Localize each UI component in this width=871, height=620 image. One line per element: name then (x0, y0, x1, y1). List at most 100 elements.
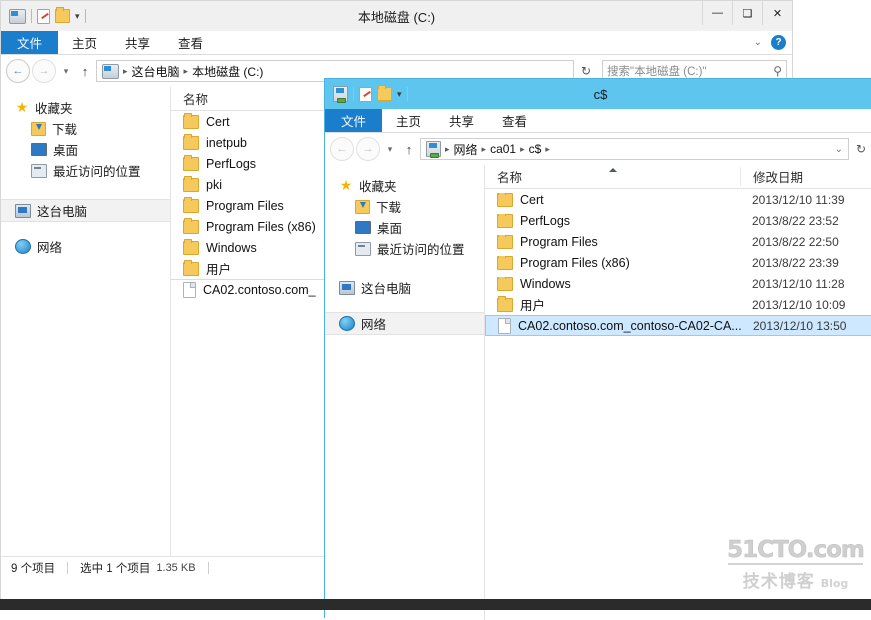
file-modified-date: 2013/12/10 11:28 (752, 276, 845, 291)
star-icon: ★ (339, 176, 353, 193)
file-modified-date: 2013/8/22 23:52 (752, 213, 839, 228)
file-name: CA02.contoso.com_contoso-CA02-CA... (518, 318, 741, 333)
table-row[interactable]: Program Files (x86) 2013/8/22 23:39 (485, 252, 871, 273)
up-button[interactable]: ↑ (76, 60, 94, 82)
folder-icon (183, 259, 199, 276)
breadcrumb-local-disk[interactable]: 本地磁盘 (C:) (192, 63, 263, 80)
search-input[interactable]: 搜索"本地磁盘 (C:)" (607, 63, 773, 79)
folder-icon (183, 238, 199, 255)
watermark-subtitle: 技术博客 Blog (724, 567, 867, 592)
folder-icon (497, 295, 513, 312)
folder-icon (497, 255, 513, 270)
table-row[interactable]: PerfLogs 2013/8/22 23:52 (485, 210, 871, 231)
downloads-icon (31, 121, 46, 136)
file-name: PerfLogs (520, 213, 571, 228)
maximize-button[interactable]: ❑ (732, 1, 762, 25)
breadcrumb-network[interactable]: 网络 (454, 141, 478, 158)
tab-share[interactable]: 共享 (435, 109, 488, 132)
sidebar-item-this-pc[interactable]: 这台电脑 (1, 199, 170, 222)
window2-column-headers[interactable]: 名称 修改日期 (485, 165, 871, 189)
chevron-down-icon[interactable]: ⌄ (754, 37, 762, 48)
window2-titlebar[interactable]: ▾ c$ (325, 79, 871, 109)
window2-title: c$ (593, 86, 608, 102)
search-icon[interactable]: ⚲ (773, 64, 782, 78)
status-selection: 选中 1 个项目 (80, 562, 151, 575)
taskbar[interactable] (0, 599, 871, 610)
folder-icon (183, 112, 199, 129)
breadcrumb-separator-2: ▸ (183, 65, 189, 76)
network-icon (339, 316, 355, 331)
sidebar-item-label: 网络 (361, 318, 387, 332)
window1-navigation-pane[interactable]: ★ 收藏夹 下载 桌面 最近访问的位置 这台电脑 网络 (1, 87, 171, 556)
watermark-rule (728, 563, 863, 565)
forward-button[interactable]: → (356, 137, 380, 161)
table-row[interactable]: Windows 2013/12/10 11:28 (485, 273, 871, 294)
file-name: 用户 (206, 263, 232, 277)
minimize-button[interactable]: — (702, 1, 732, 25)
window1-ribbon-right[interactable]: ⌄ ? (754, 31, 786, 54)
folder-icon (183, 217, 199, 234)
up-button[interactable]: ↑ (400, 138, 418, 160)
sidebar-item-this-pc[interactable]: 这台电脑 (325, 277, 484, 298)
close-button[interactable]: ✕ (762, 1, 792, 25)
column-header-modified[interactable]: 修改日期 (740, 167, 871, 186)
help-icon[interactable]: ? (771, 35, 786, 50)
forward-button[interactable]: → (32, 59, 56, 83)
window1-controls[interactable]: — ❑ ✕ (702, 1, 792, 25)
window1-titlebar[interactable]: ▾ 本地磁盘 (C:) — ❑ ✕ (1, 1, 792, 31)
sidebar-item-network[interactable]: 网络 (1, 236, 170, 257)
back-button[interactable]: ← (6, 59, 30, 83)
chevron-down-icon[interactable]: ⌄ (835, 144, 843, 155)
sidebar-item-desktop[interactable]: 桌面 (325, 217, 484, 238)
refresh-button[interactable]: ↻ (851, 138, 871, 160)
window1-ribbon-tabs[interactable]: 文件 主页 共享 查看 ⌄ ? (1, 31, 792, 55)
sidebar-item-favorites[interactable]: ★ 收藏夹 (325, 175, 484, 196)
status-divider (67, 561, 69, 574)
sidebar-item-recent-places[interactable]: 最近访问的位置 (1, 160, 170, 181)
column-header-name[interactable]: 名称 (485, 167, 740, 186)
tab-file[interactable]: 文件 (325, 109, 383, 132)
breadcrumb-separator-2: ▸ (481, 143, 487, 154)
file-name: Program Files (520, 234, 598, 249)
file-modified-date: 2013/12/10 11:39 (752, 192, 845, 207)
table-row[interactable]: Program Files 2013/8/22 22:50 (485, 231, 871, 252)
window2-address-bar[interactable]: ← → ▾ ↑ ▸ 网络 ▸ ca01 ▸ c$ ▸ ⌄ ↻ (325, 133, 871, 165)
tab-view[interactable]: 查看 (488, 109, 541, 132)
status-divider-2 (207, 561, 209, 574)
sidebar-item-label: 这台电脑 (37, 205, 88, 219)
sidebar-item-network[interactable]: 网络 (325, 312, 484, 335)
file-name: Windows (520, 276, 571, 291)
breadcrumb-cshare[interactable]: c$ (529, 142, 542, 156)
status-item-count: 9 个项目 (11, 562, 56, 575)
sidebar-item-downloads[interactable]: 下载 (1, 118, 170, 139)
tab-home[interactable]: 主页 (58, 31, 111, 54)
sidebar-item-label: 这台电脑 (361, 282, 412, 296)
history-dropdown-icon[interactable]: ▾ (58, 60, 74, 82)
file-name: Program Files (x86) (206, 219, 316, 234)
network-icon (15, 239, 31, 254)
history-dropdown-icon[interactable]: ▾ (382, 138, 398, 160)
sidebar-item-desktop[interactable]: 桌面 (1, 139, 170, 160)
tab-share[interactable]: 共享 (111, 31, 164, 54)
table-row[interactable]: CA02.contoso.com_contoso-CA02-CA... 2013… (485, 315, 871, 336)
file-name: 用户 (520, 299, 546, 313)
breadcrumb-separator-3: ▸ (520, 143, 525, 154)
breadcrumb-this-pc[interactable]: 这台电脑 (132, 63, 180, 80)
tab-view[interactable]: 查看 (164, 31, 217, 54)
window2-navigation-pane[interactable]: ★ 收藏夹 下载 桌面 最近访问的位置 这台电脑 网络 (325, 165, 485, 620)
window2-breadcrumb[interactable]: ▸ 网络 ▸ ca01 ▸ c$ ▸ ⌄ (420, 138, 849, 160)
watermark-cn: 技术博客 (742, 572, 815, 592)
window2-ribbon-tabs[interactable]: 文件 主页 共享 查看 (325, 109, 871, 133)
sidebar-item-recent-places[interactable]: 最近访问的位置 (325, 238, 484, 259)
back-button[interactable]: ← (330, 137, 354, 161)
sidebar-item-downloads[interactable]: 下载 (325, 196, 484, 217)
table-row[interactable]: Cert 2013/12/10 11:39 (485, 189, 871, 210)
breadcrumb-ca01[interactable]: ca01 (490, 142, 516, 156)
table-row[interactable]: 用户 2013/12/10 10:09 (485, 294, 871, 315)
tab-file[interactable]: 文件 (1, 31, 59, 54)
nav-spacer-2 (325, 298, 484, 312)
tab-home[interactable]: 主页 (382, 109, 435, 132)
drive-icon (102, 63, 119, 79)
sidebar-item-favorites[interactable]: ★ 收藏夹 (1, 97, 170, 118)
